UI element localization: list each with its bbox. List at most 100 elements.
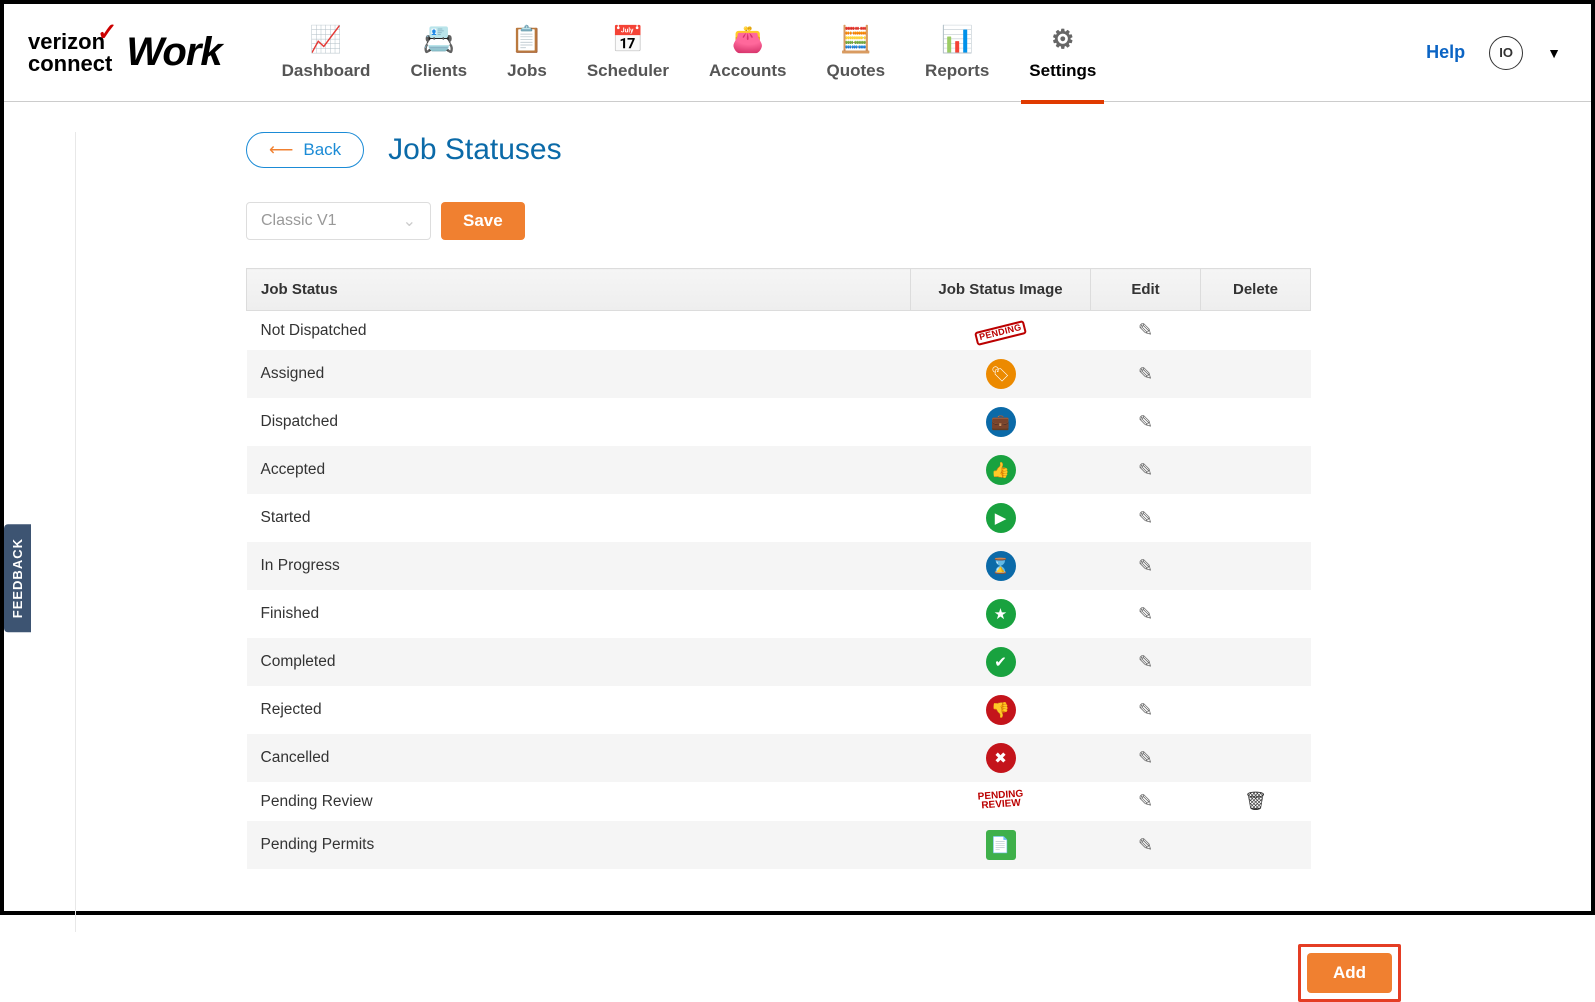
edit-icon[interactable]: ✎ [1138,412,1153,432]
tag-icon: 🏷 [986,359,1016,389]
table-row: Cancelled ✖ ✎ [247,734,1311,782]
nav-label: Settings [1029,61,1096,81]
table-row: Rejected 👎 ✎ [247,686,1311,734]
brand-logo: verizon✓connect Work [28,30,222,75]
nav-quotes[interactable]: 🧮 Quotes [826,24,885,81]
table-row: Dispatched💼 ✎ [247,398,1311,446]
status-image-cell: ▶ [911,494,1091,542]
status-name: Pending Permits [247,821,911,869]
status-image-cell: PENDINGREVIEW [911,782,1091,821]
edit-icon[interactable]: ✎ [1138,320,1153,340]
table-row: Completed✔✎ [247,638,1311,686]
add-button-highlight: Add [1298,944,1401,1002]
status-name: Dispatched [247,398,911,446]
status-name: Cancelled [247,734,911,782]
col-edit: Edit [1091,269,1201,311]
jobs-icon: 📋 [511,24,543,55]
edit-icon[interactable]: ✎ [1138,652,1153,672]
thumbs-down-icon: 👎 [986,695,1016,725]
check-icon: ✔ [986,647,1016,677]
nav-label: Reports [925,61,989,81]
back-button[interactable]: ⟵ Back [246,132,364,168]
edit-icon[interactable]: ✎ [1138,791,1153,811]
status-name: Pending Review [247,782,911,821]
edit-icon[interactable]: ✎ [1138,604,1153,624]
status-image-cell: ⌛ [911,542,1091,590]
select-value: Classic V1 [261,212,337,230]
thumbs-up-icon: 👍 [986,455,1016,485]
status-name: Assigned [247,350,911,398]
pending-review-stamp-icon: PENDINGREVIEW [977,789,1024,810]
table-row: Assigned 🏷 ✎ [247,350,1311,398]
chevron-down-icon: ⌄ [403,211,416,231]
edit-icon[interactable]: ✎ [1138,460,1153,480]
edit-icon[interactable]: ✎ [1138,508,1153,528]
delete-icon[interactable]: 🗑 [1244,791,1267,811]
nav-jobs[interactable]: 📋Jobs [507,24,547,81]
table-row: Not Dispatched PENDING ✎ [247,311,1311,351]
edit-icon[interactable]: ✎ [1138,748,1153,768]
nav-accounts[interactable]: 👛 Accounts [709,24,786,81]
arrow-left-icon: ⟵ [269,140,293,160]
clients-icon: 📇 [423,24,455,55]
pending-stamp-icon: PENDING [974,320,1027,346]
add-button[interactable]: Add [1307,953,1392,993]
quotes-icon: 🧮 [840,24,872,55]
table-row: Pending Permits📄 ✎ [247,821,1311,869]
table-row: Pending Review PENDINGREVIEW ✎ 🗑 [247,782,1311,821]
work-logo: Work [126,30,221,75]
status-name: Started [247,494,911,542]
nav-label: Quotes [826,61,885,81]
status-image-cell: PENDING [911,311,1091,351]
page-title: Job Statuses [388,133,561,167]
table-row: Finished ★ ✎ [247,590,1311,638]
edit-icon[interactable]: ✎ [1138,700,1153,720]
nav-label: Accounts [709,61,786,81]
nav-settings[interactable]: ⚙Settings [1029,24,1096,81]
edit-icon[interactable]: ✎ [1138,364,1153,384]
nav-reports[interactable]: 📊Reports [925,24,989,81]
status-image-cell: 🏷 [911,350,1091,398]
col-delete: Delete [1201,269,1311,311]
scheduler-icon: 📅 [612,24,644,55]
status-image-cell: 📄 [911,821,1091,869]
status-name: Rejected [247,686,911,734]
star-icon: ★ [986,599,1016,629]
hourglass-icon: ⌛ [986,551,1016,581]
template-select[interactable]: Classic V1 ⌄ [246,202,431,240]
status-image-cell: ✔ [911,638,1091,686]
play-icon: ▶ [986,503,1016,533]
accounts-icon: 👛 [732,24,764,55]
edit-icon[interactable]: ✎ [1138,835,1153,855]
back-label: Back [303,140,341,160]
header-right: Help IO ▼ [1426,36,1561,70]
status-name: Not Dispatched [247,311,911,351]
nav-label: Dashboard [282,61,371,81]
edit-icon[interactable]: ✎ [1138,556,1153,576]
nav-label: Clients [410,61,467,81]
table-row: Accepted 👍 ✎ [247,446,1311,494]
status-image-cell: ★ [911,590,1091,638]
app-header: verizon✓connect Work 📈 Dashboard 📇 Clients 📋… [4,4,1591,102]
status-name: Finished [247,590,911,638]
x-icon: ✖ [986,743,1016,773]
main-content: ⟵ Back Job Statuses Classic V1 ⌄ Save Jo… [76,132,1401,932]
nav-dashboard[interactable]: 📈 Dashboard [282,24,371,81]
status-name: In Progress [247,542,911,590]
nav-clients[interactable]: 📇 Clients [410,24,467,81]
nav-scheduler[interactable]: 📅 Scheduler [587,24,669,81]
feedback-tab[interactable]: FEEDBACK [4,524,31,632]
table-row: In Progress ⌛ ✎ [247,542,1311,590]
status-name: Accepted [247,446,911,494]
status-image-cell: 💼 [911,398,1091,446]
user-menu-caret[interactable]: ▼ [1547,45,1561,61]
save-button[interactable]: Save [441,202,525,240]
verizon-connect-logo: verizon✓connect [28,31,112,75]
nav-label: Scheduler [587,61,669,81]
table-row: Started ▶ ✎ [247,494,1311,542]
user-avatar[interactable]: IO [1489,36,1523,70]
dashboard-icon: 📈 [310,24,342,55]
status-image-cell: 👍 [911,446,1091,494]
help-link[interactable]: Help [1426,42,1465,63]
main-nav: 📈 Dashboard 📇 Clients 📋Jobs 📅 Scheduler 👛 Accoun… [282,24,1097,81]
